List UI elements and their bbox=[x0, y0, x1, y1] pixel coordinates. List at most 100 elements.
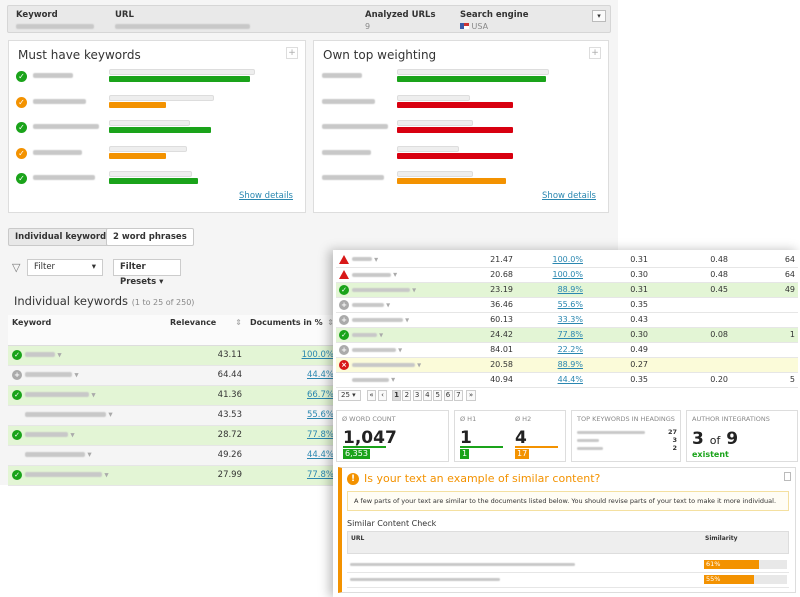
bar-track bbox=[109, 145, 187, 152]
bar-fill bbox=[397, 101, 514, 108]
page-4-button[interactable]: 4 bbox=[422, 390, 432, 401]
keyword-blurred bbox=[322, 175, 384, 180]
show-details-link[interactable]: Show details bbox=[542, 191, 596, 201]
keyword-blurred bbox=[33, 124, 99, 129]
us-flag-icon bbox=[460, 23, 469, 29]
similar-row[interactable]: 55% bbox=[347, 573, 789, 588]
documents-link[interactable]: 44.4% bbox=[307, 450, 334, 460]
trash-icon[interactable] bbox=[784, 472, 791, 481]
keyword-bar-row: ✓ bbox=[9, 120, 305, 140]
h1-value: 1 bbox=[460, 428, 472, 448]
prev-page-button[interactable]: ‹ bbox=[378, 390, 387, 401]
filter-funnel-icon: ▽ bbox=[12, 261, 21, 274]
documents-link[interactable]: 100.0% bbox=[302, 350, 334, 360]
documents-link[interactable]: 44.4% bbox=[307, 370, 334, 380]
similar-notice: A few parts of your text are similar to … bbox=[347, 491, 789, 511]
table-row[interactable]: ✓ ▾ 43.11 100.0% bbox=[8, 345, 338, 366]
page-7-button[interactable]: 7 bbox=[453, 390, 463, 401]
documents-link[interactable]: 44.4% bbox=[558, 375, 583, 384]
error-icon: × bbox=[339, 359, 349, 370]
plus-circle-icon: + bbox=[339, 314, 349, 325]
filter-select[interactable]: Filter ▾ bbox=[27, 259, 103, 276]
h2-badge: 17 bbox=[515, 449, 530, 459]
plus-circle-icon: + bbox=[12, 369, 22, 380]
similar-row[interactable]: 61% bbox=[347, 558, 789, 573]
keyword-blurred bbox=[322, 149, 371, 155]
table-row[interactable]: ✓ ▾ 27.99 77.8% bbox=[8, 465, 338, 486]
table-row[interactable]: + ▾ 84.01 22.2% 0.49 bbox=[336, 342, 798, 358]
documents-link[interactable]: 55.6% bbox=[307, 410, 334, 420]
detail-keywords-table: ▾ 21.47 100.0% 0.31 0.48 64 ▾ 20.68 100.0% 0.30 0… bbox=[336, 252, 798, 388]
last-page-button[interactable]: » bbox=[466, 390, 476, 401]
expand-plus-icon[interactable]: + bbox=[589, 47, 601, 59]
table-row[interactable]: + ▾ 36.46 55.6% 0.35 bbox=[336, 297, 798, 313]
first-page-button[interactable]: « bbox=[367, 390, 376, 401]
filter-presets-button[interactable]: Filter Presets ▾ bbox=[113, 259, 181, 287]
page-1-button[interactable]: 1 bbox=[392, 390, 401, 401]
table-row[interactable]: ▾ 40.94 44.4% 0.35 0.20 5 bbox=[336, 372, 798, 388]
table-row[interactable]: ✓ ▾ 28.72 77.8% bbox=[8, 425, 338, 446]
table-row[interactable]: × ▾ 20.58 88.9% 0.27 bbox=[336, 357, 798, 373]
table-row[interactable]: ▾ 21.47 100.0% 0.31 0.48 64 bbox=[336, 252, 798, 268]
documents-link[interactable]: 77.8% bbox=[558, 330, 583, 339]
table-row[interactable]: ✓ ▾ 24.42 77.8% 0.30 0.08 1 bbox=[336, 327, 798, 343]
col-relevance[interactable]: Relevance ⇕ bbox=[166, 315, 246, 346]
analyzed-urls-value: 9 bbox=[365, 22, 371, 31]
documents-link[interactable]: 55.6% bbox=[558, 300, 583, 309]
keyword-value-blurred bbox=[16, 24, 94, 29]
card-title: Own top weighting bbox=[323, 48, 437, 62]
page-3-button[interactable]: 3 bbox=[412, 390, 422, 401]
table-row[interactable]: ✓ ▾ 23.19 88.9% 0.31 0.45 49 bbox=[336, 282, 798, 298]
tab-individual-keywords[interactable]: Individual keywords bbox=[8, 228, 119, 246]
headings-card: Ø H1 Ø H2 1 4 1 17 bbox=[454, 410, 566, 462]
table-row[interactable]: ▾ 20.68 100.0% 0.30 0.48 64 bbox=[336, 267, 798, 283]
documents-link[interactable]: 22.2% bbox=[558, 345, 583, 354]
bar-track bbox=[109, 94, 214, 101]
warning-check-icon: ✓ bbox=[16, 147, 27, 159]
table-row[interactable]: ✓ ▾ 41.36 66.7% bbox=[8, 385, 338, 406]
documents-link[interactable]: 100.0% bbox=[552, 270, 583, 279]
bar-fill bbox=[109, 178, 198, 184]
check-icon: ✓ bbox=[12, 349, 22, 360]
show-details-link[interactable]: Show details bbox=[239, 191, 293, 201]
keyword-blurred bbox=[322, 124, 388, 129]
keyword-bar-row: ✓ bbox=[9, 94, 305, 115]
header-dropdown-button[interactable]: ▾ bbox=[592, 10, 606, 22]
documents-link[interactable]: 77.8% bbox=[307, 430, 334, 440]
bar-track bbox=[397, 171, 473, 177]
keyword-blurred bbox=[33, 175, 95, 180]
h1-badge: 1 bbox=[460, 449, 470, 459]
documents-link[interactable]: 66.7% bbox=[307, 390, 334, 400]
table-row[interactable]: + ▾ 60.13 33.3% 0.43 bbox=[336, 312, 798, 328]
check-icon: ✓ bbox=[16, 71, 27, 82]
author-status: existent bbox=[692, 450, 729, 459]
tab-2-word-phrases[interactable]: 2 word phrases bbox=[106, 228, 194, 246]
documents-link[interactable]: 100.0% bbox=[552, 255, 583, 264]
documents-link[interactable]: 33.3% bbox=[558, 315, 583, 324]
table-row[interactable]: + ▾ 64.44 44.4% bbox=[8, 365, 338, 386]
col-keyword[interactable]: Keyword bbox=[8, 315, 166, 346]
keyword-bar-row: ✓ bbox=[9, 69, 305, 89]
table-row[interactable]: ▾ 49.26 44.4% bbox=[8, 445, 338, 466]
bar-fill bbox=[109, 76, 250, 82]
documents-link[interactable]: 88.9% bbox=[558, 360, 583, 369]
col-documents[interactable]: Documents in % ⇕ bbox=[246, 315, 338, 346]
page-6-button[interactable]: 6 bbox=[443, 390, 453, 401]
bar-fill bbox=[109, 127, 211, 133]
similar-content-box: ! Is your text an example of similar con… bbox=[338, 467, 796, 593]
keyword-blurred bbox=[322, 73, 362, 78]
keyword-blurred bbox=[33, 73, 73, 78]
url-label: URL bbox=[115, 10, 134, 20]
warning-icon bbox=[339, 254, 349, 264]
documents-link[interactable]: 77.8% bbox=[307, 470, 334, 480]
page-5-button[interactable]: 5 bbox=[433, 390, 443, 401]
per-page-select[interactable]: 25 ▾ bbox=[338, 390, 361, 401]
check-icon: ✓ bbox=[12, 389, 22, 400]
table-row[interactable]: ▾ 43.53 55.6% bbox=[8, 405, 338, 426]
check-icon: ✓ bbox=[339, 284, 349, 295]
similarity-bar-fill: 61% bbox=[704, 560, 759, 569]
page-2-button[interactable]: 2 bbox=[402, 390, 412, 401]
documents-link[interactable]: 88.9% bbox=[558, 285, 583, 294]
url-value-blurred bbox=[115, 24, 250, 29]
expand-plus-icon[interactable]: + bbox=[286, 47, 298, 59]
